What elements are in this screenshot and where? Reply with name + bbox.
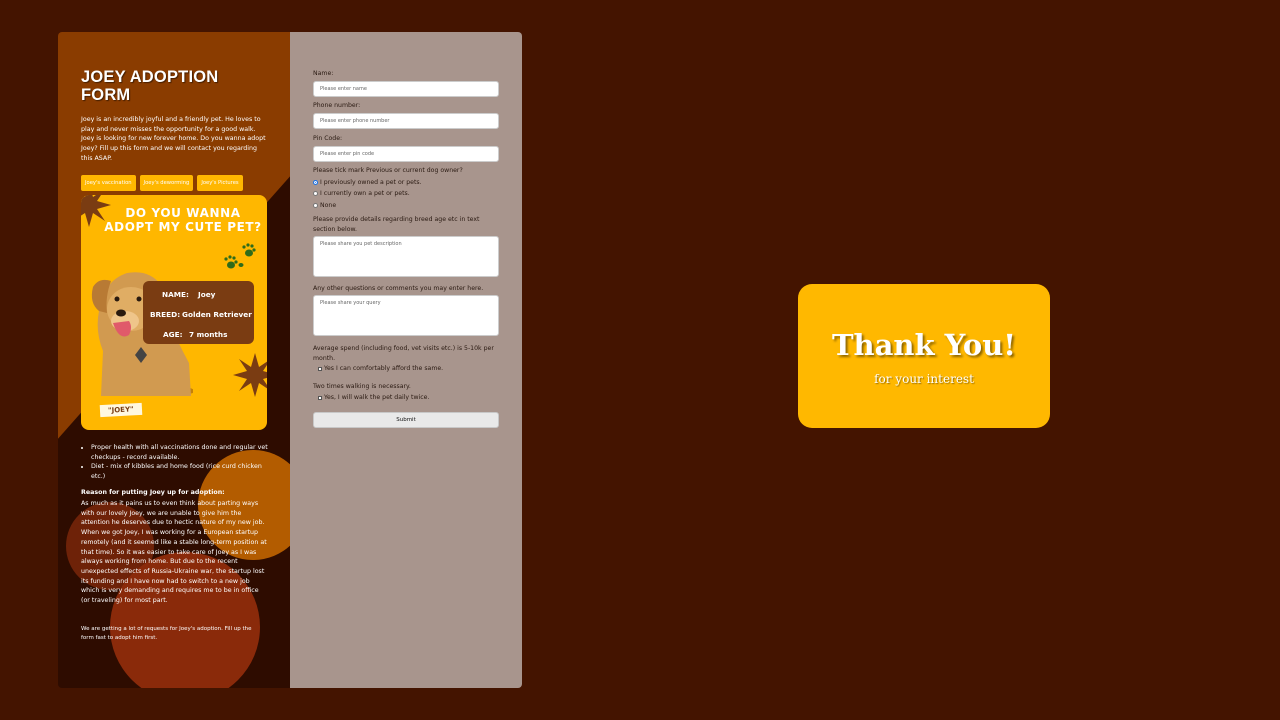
owner-option[interactable]: None (313, 201, 336, 210)
list-item: Proper health with all vaccinations done… (91, 443, 269, 462)
submit-button[interactable]: Submit (313, 412, 499, 428)
breed-label: BREED: (150, 310, 181, 319)
info-panel: JOEY ADOPTION FORM Joey is an incredibly… (58, 32, 290, 688)
thank-you-subtitle: for your interest (874, 372, 974, 386)
starburst-icon (233, 353, 267, 397)
walk-label: Two times walking is necessary. (313, 383, 411, 390)
questions-label: Any other questions or comments you may … (313, 285, 484, 292)
details-textarea[interactable]: Please share you pet description (313, 236, 499, 277)
intro-text: Joey is an incredibly joyful and a frien… (81, 116, 266, 162)
radio-icon[interactable] (313, 191, 318, 196)
adoption-card: JOEY ADOPTION FORM Joey is an incredibly… (58, 32, 522, 688)
tab-bar: Joey's vaccination Joey's deworming Joey… (81, 175, 243, 191)
spend-label: Average spend (including food, vet visit… (313, 345, 494, 362)
health-list: Proper health with all vaccinations done… (91, 443, 269, 482)
name-label: NAME: (162, 290, 189, 299)
pet-info-box: NAME: Joey BREED: Golden Retriever AGE: … (143, 281, 254, 344)
details-label: Please provide details regarding breed a… (313, 216, 480, 233)
reason-text: As much as it pains us to even think abo… (81, 500, 267, 605)
phone-label: Phone number: (313, 102, 361, 109)
owner-option-label: I previously owned a pet or pets. (320, 179, 422, 186)
thank-you-card: Thank You! for your interest (798, 284, 1050, 428)
name-input[interactable]: Please enter name (313, 81, 499, 97)
name-label: Name: (313, 70, 334, 77)
radio-icon[interactable] (313, 203, 318, 208)
questions-textarea[interactable]: Please share your query (313, 295, 499, 336)
spend-checkbox-label: Yes I can comfortably afford the same. (324, 365, 444, 372)
pin-input[interactable]: Please enter pin code (313, 146, 499, 162)
name-value: Joey (198, 290, 216, 299)
tab-vaccination[interactable]: Joey's vaccination (81, 175, 136, 191)
paw-prints-icon (224, 243, 256, 269)
owner-option[interactable]: I previously owned a pet or pets. (313, 178, 422, 187)
pin-label: Pin Code: (313, 135, 343, 142)
owner-question: Please tick mark Previous or current dog… (313, 167, 463, 174)
tab-deworming[interactable]: Joey's deworming (139, 175, 194, 191)
form-panel: Name: Please enter name Phone number: Pl… (290, 32, 522, 688)
walk-checkbox-label: Yes, I will walk the pet daily twice. (324, 394, 430, 401)
poster-heading: DO YOU WANNA ADOPT MY CUTE PET? (81, 206, 267, 234)
breed-value: Golden Retriever (182, 310, 252, 319)
page-title: JOEY ADOPTION FORM (81, 68, 219, 104)
checkbox-icon[interactable] (318, 395, 322, 400)
radio-selected-icon[interactable] (313, 180, 318, 185)
poster-heading-line: DO YOU WANNA (125, 206, 241, 220)
request-note: We are getting a lot of requests for Joe… (81, 626, 252, 641)
checkbox-icon[interactable] (318, 366, 322, 371)
spend-checkbox[interactable]: Yes I can comfortably afford the same. (318, 365, 443, 372)
phone-input[interactable]: Please enter phone number (313, 113, 499, 129)
tab-pictures[interactable]: Joey's Pictures (197, 175, 243, 191)
adoption-poster: DO YOU WANNA ADOPT MY CUTE PET? NAME: Jo… (81, 195, 267, 430)
age-value: 7 months (189, 330, 228, 339)
walk-checkbox[interactable]: Yes, I will walk the pet daily twice. (318, 394, 429, 401)
owner-option-label: I currently own a pet or pets. (320, 190, 410, 197)
pet-name-tag: "JOEY" (99, 402, 142, 418)
owner-option-label: None (320, 202, 337, 209)
owner-option[interactable]: I currently own a pet or pets. (313, 189, 410, 198)
thank-you-title: Thank You! (831, 328, 1017, 362)
poster-heading-line: ADOPT MY CUTE PET? (104, 220, 262, 234)
list-item: Diet - mix of kibbles and home food (ric… (91, 462, 269, 481)
reason-heading: Reason for putting Joey up for adoption: (81, 489, 225, 496)
age-label: AGE: (163, 330, 183, 339)
